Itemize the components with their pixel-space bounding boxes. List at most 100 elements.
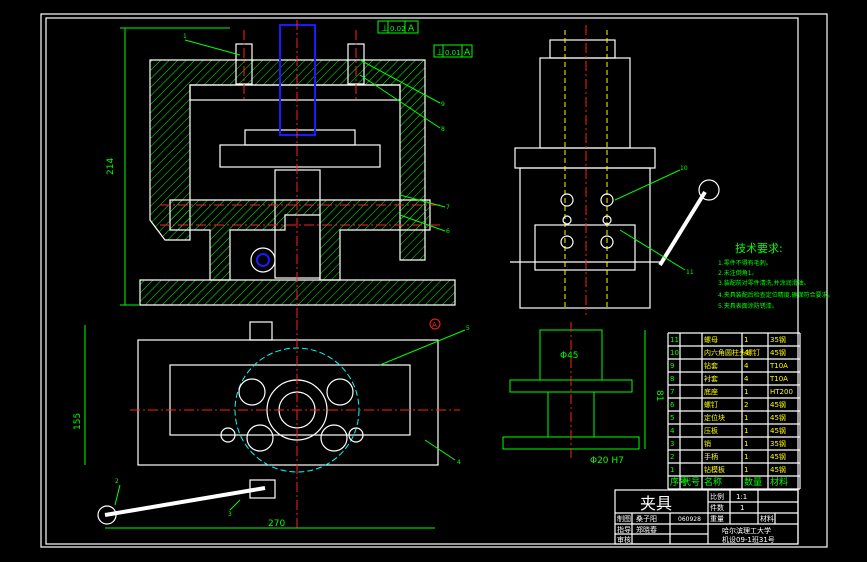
bushing-section-view [502,322,646,460]
svg-text:制图: 制图 [617,514,631,523]
svg-text:11: 11 [686,269,694,276]
parts-cell: 内六角圆柱头螺钉 [704,348,760,357]
parts-cell: 2 [744,401,748,409]
parts-cell: 压板 [704,426,718,435]
svg-text:060928: 060928 [678,516,701,523]
svg-text:0.01: 0.01 [445,49,461,57]
parts-cell: 45钢 [770,465,786,474]
parts-header-cell: 名称 [704,476,722,488]
parts-cell: 35钢 [770,335,786,344]
parts-cell: 定位块 [704,413,725,422]
svg-text:桑子阳: 桑子阳 [636,514,657,523]
parts-cell: 7 [670,388,674,396]
parts-cell: 1 [744,440,748,448]
parts-cell: 4 [670,427,675,435]
parts-cell: 2 [670,453,674,461]
parts-cell: 3 [670,440,674,448]
parts-cell: 8 [670,375,674,383]
parts-cell: 1 [744,388,748,396]
svg-text:5.夹具表面涂防锈漆。: 5.夹具表面涂防锈漆。 [718,302,778,310]
parts-cell: 45钢 [770,452,786,461]
parts-header-cell: 代号 [682,477,700,488]
tolerance-frame-1: ⊥ 0.02 A [377,20,419,34]
top-view [84,320,460,530]
parts-cell: 底座 [704,387,718,396]
parts-cell: 螺钉 [704,400,718,409]
svg-text:10: 10 [680,165,688,172]
parts-cell: 钻模板 [704,465,725,474]
svg-text:材料: 材料 [760,514,774,523]
parts-cell: 45钢 [770,348,786,357]
svg-text:3.装配前对零件清洗,并涂润滑油。: 3.装配前对零件清洗,并涂润滑油。 [718,279,810,287]
parts-cell: 1 [744,453,748,461]
svg-text:1.零件不得有毛刺。: 1.零件不得有毛刺。 [718,259,772,267]
tech-requirements: 技术要求: 1.零件不得有毛刺。 2.未注倒角1。 3.装配前对零件清洗,并涂润… [718,242,834,310]
parts-header-cell: 数量 [744,476,762,488]
svg-text:4.夹具装配后检查定位精度,确保符合要求。: 4.夹具装配后检查定位精度,确保符合要求。 [718,291,834,299]
title-block: 夹具 比例 1:1 件数 1 制图 桑子阳 060928 重量 材料 指导 郑晓… [614,489,799,545]
svg-text:审核: 审核 [617,535,631,544]
svg-text:9: 9 [441,101,445,108]
drawing-title: 夹具 [640,494,672,513]
parts-cell: 45钢 [770,426,786,435]
parts-header-cell: 材料 [770,476,788,488]
parts-cell: 1 [744,466,748,474]
parts-cell: 1 [670,466,674,474]
dim-dia-20h7: Φ20 H7 [590,456,624,466]
svg-text:4: 4 [457,459,461,466]
svg-text:5: 5 [466,325,470,332]
parts-cell: 手柄 [704,452,718,461]
svg-text:哈尔滨理工大学: 哈尔滨理工大学 [722,526,771,535]
parts-list: 11 螺母 1 35钢10 内六角圆柱头螺钉4 45钢9 钻套 4 T10A8 衬套 4 T10A7 底… [667,332,801,490]
parts-cell: 10 [670,349,679,357]
parts-cell: HT200 [770,388,793,396]
svg-text:2.未注倒角1。: 2.未注倒角1。 [718,269,758,277]
tolerance-frame-2: ⊥ 0.01 A [433,44,473,58]
svg-text:郑晓春: 郑晓春 [636,525,657,534]
parts-cell: 9 [670,362,674,370]
dim-dia-45: Φ45 [560,351,579,361]
datum-label: A [432,321,437,329]
parts-cell: 1 [744,427,748,435]
parts-cell: 4 [744,349,749,357]
svg-text:1:1: 1:1 [736,493,747,501]
parts-cell: T10A [769,362,788,370]
svg-text:⊥: ⊥ [436,48,444,58]
parts-cell: T10A [769,375,788,383]
svg-text:7: 7 [446,204,450,211]
svg-text:件数: 件数 [710,503,724,512]
drawing-canvas: 214 ⊥ 0.02 A ⊥ 0.01 A A 155 270 Φ45 Φ20 … [40,13,834,548]
parts-cell: 4 [744,362,749,370]
svg-text:2: 2 [115,478,119,485]
svg-text:比例: 比例 [710,492,724,501]
svg-text:0.02: 0.02 [390,25,406,33]
svg-text:1: 1 [183,33,187,40]
parts-cell: 钻套 [704,361,718,370]
dim-width-top: 270 [268,519,285,529]
svg-text:A: A [408,24,415,34]
svg-text:6: 6 [446,228,450,235]
svg-text:3: 3 [228,511,232,518]
parts-cell: 45钢 [770,413,786,422]
parts-cell: 衬套 [704,374,718,383]
parts-cell: 螺母 [704,335,718,344]
svg-text:8: 8 [441,126,445,133]
dim-height-side: 81 [654,390,664,401]
svg-text:1: 1 [740,504,744,512]
dim-depth-top: 155 [73,413,83,430]
front-section-view [120,20,456,320]
parts-cell: 销 [704,439,711,448]
svg-text:A: A [464,48,471,58]
parts-cell: 6 [670,401,675,409]
parts-cell: 35钢 [770,439,786,448]
dim-height-front: 214 [106,158,116,175]
parts-cell: 11 [670,336,679,344]
parts-cell: 4 [744,375,749,383]
svg-text:技术要求:: 技术要求: [735,242,783,255]
cad-drawing-sheet: 214 ⊥ 0.02 A ⊥ 0.01 A A 155 270 Φ45 Φ20 … [0,0,867,562]
svg-text:机设09-1班31号: 机设09-1班31号 [722,535,775,544]
svg-text:指导: 指导 [617,525,631,534]
parts-cell: 1 [744,414,748,422]
svg-text:重量: 重量 [710,515,724,523]
svg-text:⊥: ⊥ [381,24,389,34]
